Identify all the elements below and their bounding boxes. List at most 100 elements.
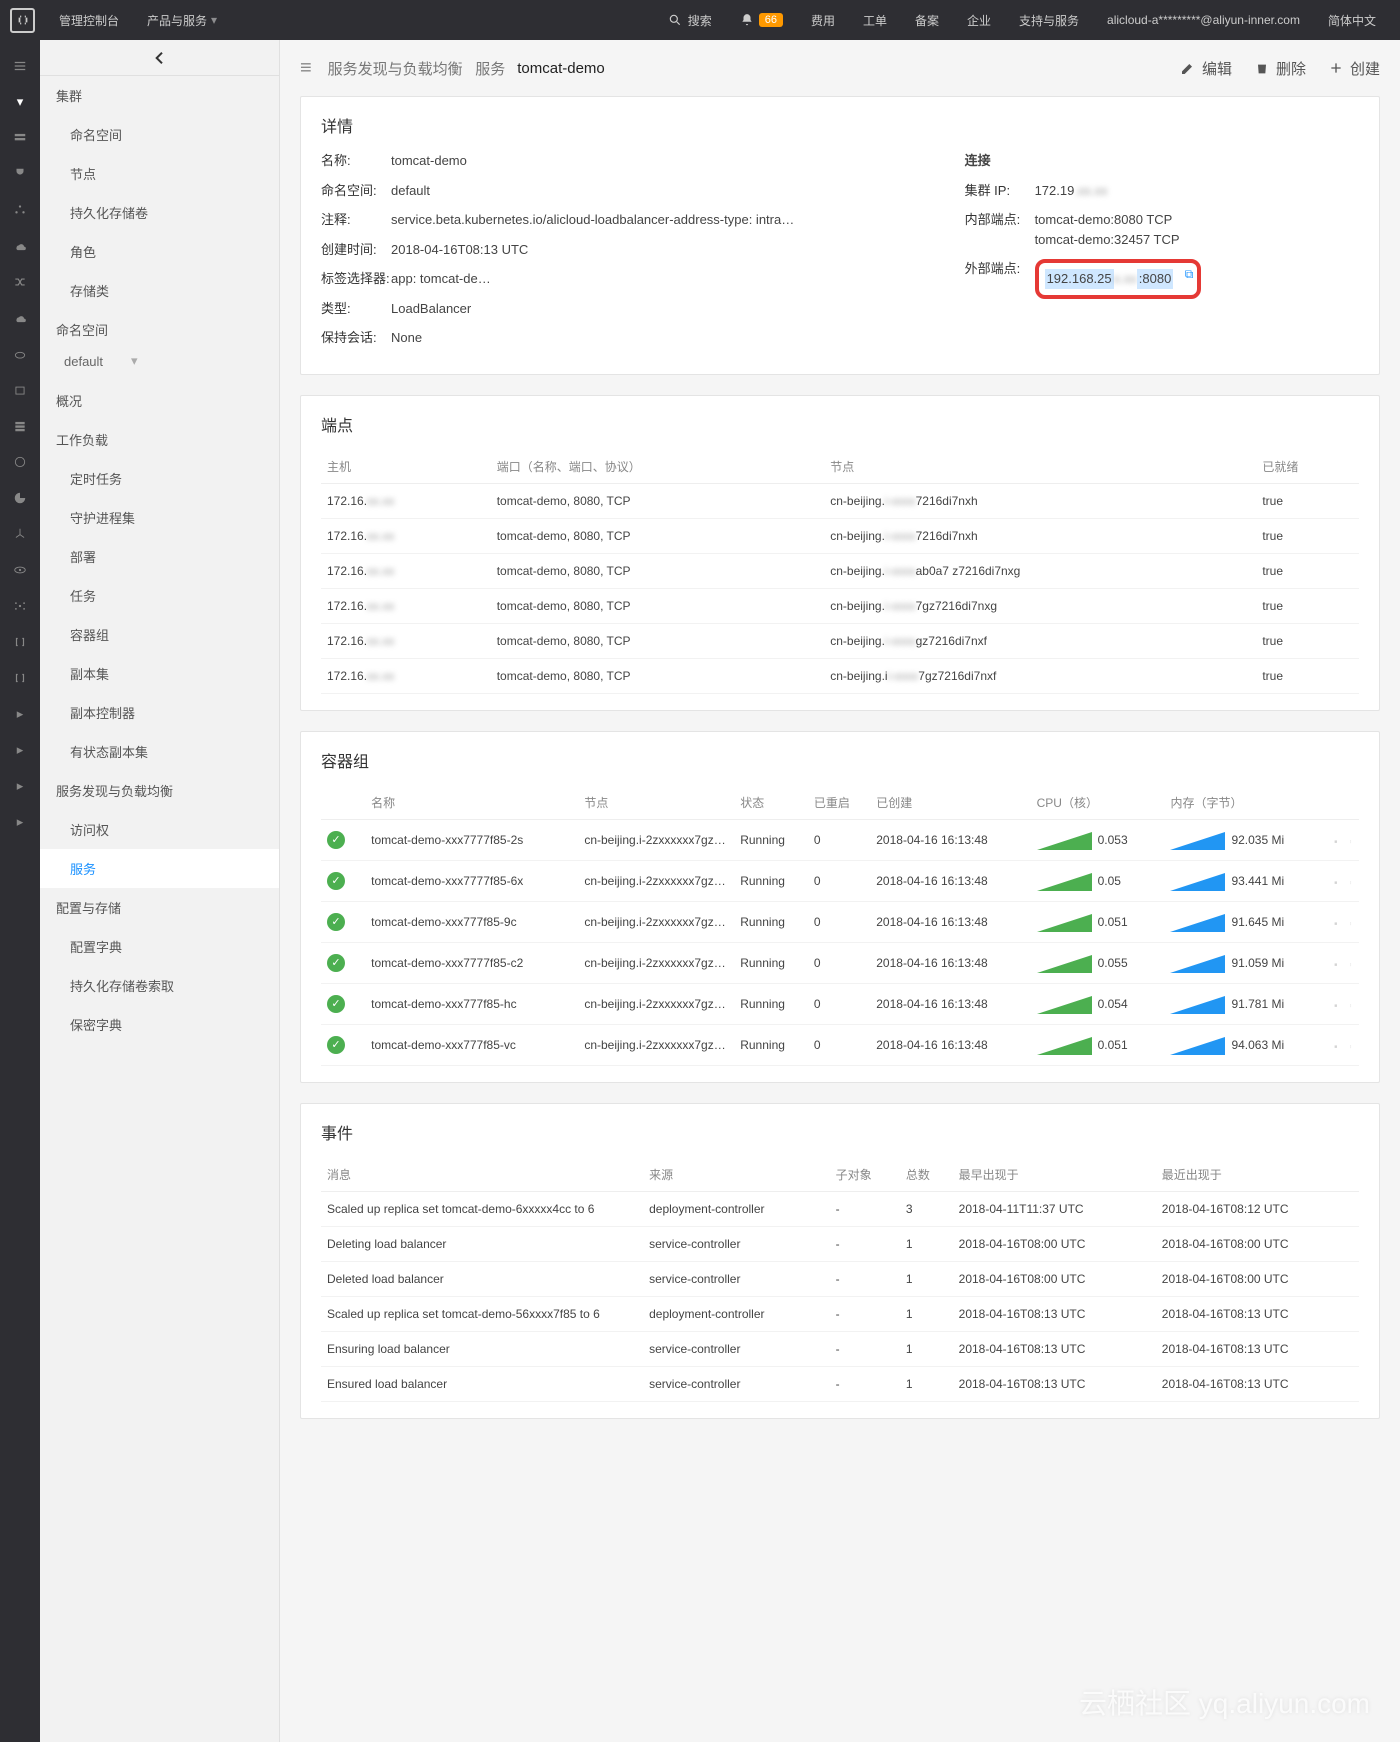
- detail-value: default: [391, 181, 430, 201]
- col-header: 端口（名称、端口、协议）: [491, 450, 825, 484]
- row-more[interactable]: [1343, 819, 1359, 860]
- globe-icon: [13, 455, 27, 469]
- pod-link[interactable]: tomcat-demo-xxx777f85-vc: [365, 1024, 578, 1065]
- rail-more-4[interactable]: ▸: [0, 804, 40, 840]
- nav-account[interactable]: alicloud-a*********@aliyun-inner.com: [1093, 0, 1314, 40]
- nav-fee[interactable]: 费用: [797, 0, 849, 40]
- nav-products[interactable]: 产品与服务▾: [133, 0, 231, 40]
- rail-item-14[interactable]: [0, 588, 40, 624]
- shuffle-icon: [13, 275, 27, 289]
- nav-console[interactable]: 管理控制台: [45, 0, 133, 40]
- edit-button[interactable]: 编辑: [1180, 58, 1232, 79]
- rail-item-5[interactable]: [0, 264, 40, 300]
- sidebar-item[interactable]: 服务: [40, 849, 279, 888]
- external-link-icon[interactable]: ⧉: [1185, 265, 1194, 283]
- col-header: 最早出现于: [953, 1158, 1156, 1192]
- rail-item-16[interactable]: [0, 660, 40, 696]
- crumb-a[interactable]: 服务发现与负载均衡: [328, 58, 463, 79]
- row-logs[interactable]: [1328, 983, 1344, 1024]
- rail-item-2[interactable]: [0, 156, 40, 192]
- eye-icon: [13, 563, 27, 577]
- rail-menu[interactable]: [0, 48, 40, 84]
- status-ok-icon: ✓: [327, 995, 345, 1013]
- sidebar-item[interactable]: 部署: [40, 537, 279, 576]
- rail-item-4[interactable]: [0, 228, 40, 264]
- status-ok-icon: ✓: [327, 872, 345, 890]
- cluster-ip: 172.19: [1035, 181, 1075, 201]
- sidebar-item[interactable]: 保密字典: [40, 1005, 279, 1044]
- external-endpoint[interactable]: 192.168.25x.xx:8080 ⧉: [1035, 259, 1202, 299]
- row-more[interactable]: [1343, 901, 1359, 942]
- pod-link[interactable]: tomcat-demo-xxx777f85-9c: [365, 901, 578, 942]
- table-row: Scaled up replica set tomcat-demo-6xxxxx…: [321, 1191, 1359, 1226]
- rail-item-11[interactable]: [0, 480, 40, 516]
- sidebar-item[interactable]: 定时任务: [40, 459, 279, 498]
- brand-logo[interactable]: [10, 8, 35, 33]
- pod-link[interactable]: tomcat-demo-xxx777f85-hc: [365, 983, 578, 1024]
- sidebar-item[interactable]: 命名空间: [40, 115, 279, 154]
- delete-button[interactable]: 删除: [1254, 58, 1306, 79]
- detail-value: 2018-04-16T08:13 UTC: [391, 240, 528, 260]
- hamburger-icon[interactable]: ≡: [300, 57, 312, 80]
- network-icon: [13, 599, 27, 613]
- sidebar-item[interactable]: 副本控制器: [40, 693, 279, 732]
- nav-filing[interactable]: 备案: [901, 0, 953, 40]
- col-header: 来源: [643, 1158, 830, 1192]
- nav-enterprise[interactable]: 企业: [953, 0, 1005, 40]
- sidebar-item[interactable]: 任务: [40, 576, 279, 615]
- sidebar-item[interactable]: 有状态副本集: [40, 732, 279, 771]
- pod-link[interactable]: tomcat-demo-xxx7777f85-c2: [365, 942, 578, 983]
- row-logs[interactable]: [1328, 819, 1344, 860]
- rail-more-1[interactable]: ▸: [0, 696, 40, 732]
- rail-item-13[interactable]: [0, 552, 40, 588]
- box-icon: [13, 383, 27, 397]
- row-more[interactable]: [1343, 860, 1359, 901]
- nav-language[interactable]: 简体中文: [1314, 0, 1390, 40]
- create-button[interactable]: 创建: [1328, 58, 1380, 79]
- rail-item-6[interactable]: [0, 300, 40, 336]
- rail-item-7[interactable]: [0, 336, 40, 372]
- rail-more-3[interactable]: ▸: [0, 768, 40, 804]
- nav-ticket[interactable]: 工单: [849, 0, 901, 40]
- sidebar-item[interactable]: 持久化存储卷: [40, 193, 279, 232]
- rail-item-1[interactable]: [0, 120, 40, 156]
- nav-support[interactable]: 支持与服务: [1005, 0, 1093, 40]
- rail-item-8[interactable]: [0, 372, 40, 408]
- sidebar-group: 配置与存储: [40, 888, 279, 927]
- pod-link[interactable]: tomcat-demo-xxx7777f85-6x: [365, 860, 578, 901]
- row-more[interactable]: [1343, 1024, 1359, 1065]
- rail-item-10[interactable]: [0, 444, 40, 480]
- rail-item-15[interactable]: [0, 624, 40, 660]
- pod-link[interactable]: tomcat-demo-xxx7777f85-2s: [365, 819, 578, 860]
- sidebar-item[interactable]: 副本集: [40, 654, 279, 693]
- sidebar-item[interactable]: 持久化存储卷索取: [40, 966, 279, 1005]
- chevron-left-icon: [152, 50, 168, 66]
- sidebar-item[interactable]: 节点: [40, 154, 279, 193]
- nav-search[interactable]: 搜索: [654, 0, 726, 40]
- sidebar-item[interactable]: 守护进程集: [40, 498, 279, 537]
- sidebar-item[interactable]: 容器组: [40, 615, 279, 654]
- more-icon: [1349, 1045, 1353, 1049]
- nav-notifications[interactable]: 66: [726, 0, 797, 40]
- sidebar-back[interactable]: [40, 40, 279, 76]
- bell-icon: [740, 13, 754, 27]
- row-logs[interactable]: [1328, 1024, 1344, 1065]
- row-logs[interactable]: [1328, 901, 1344, 942]
- rail-expand[interactable]: ▾: [0, 84, 40, 120]
- rail-item-9[interactable]: [0, 408, 40, 444]
- row-logs[interactable]: [1328, 942, 1344, 983]
- rail-more-2[interactable]: ▸: [0, 732, 40, 768]
- row-logs[interactable]: [1328, 860, 1344, 901]
- sidebar-item[interactable]: 角色: [40, 232, 279, 271]
- sidebar-item[interactable]: 访问权: [40, 810, 279, 849]
- rail-item-3[interactable]: [0, 192, 40, 228]
- crumb-b[interactable]: 服务: [475, 58, 505, 79]
- rail-item-12[interactable]: [0, 516, 40, 552]
- table-row: 172.16.xx.xxtomcat-demo, 8080, TCPcn-bei…: [321, 553, 1359, 588]
- row-more[interactable]: [1343, 942, 1359, 983]
- sidebar-item[interactable]: 配置字典: [40, 927, 279, 966]
- sidebar-item[interactable]: 存储类: [40, 271, 279, 310]
- table-row: Ensuring load balancerservice-controller…: [321, 1331, 1359, 1366]
- namespace-select[interactable]: default▾: [64, 353, 263, 369]
- row-more[interactable]: [1343, 983, 1359, 1024]
